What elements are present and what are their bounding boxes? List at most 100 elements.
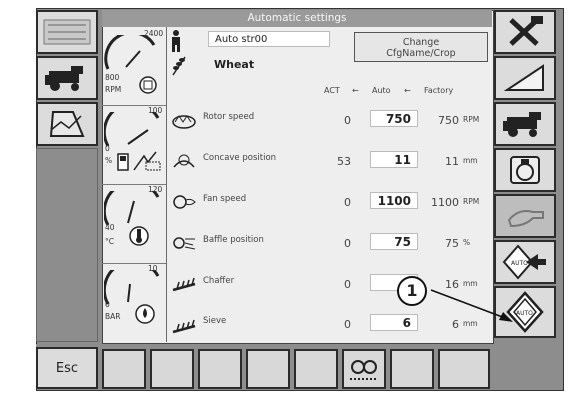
param-label: Fan speed <box>203 194 247 204</box>
header-auto: Auto <box>372 86 391 95</box>
change-cfgname-crop-button[interactable]: Change CfgName/Crop <box>354 32 488 62</box>
param-row-fan-speed: Fan speed 0 1100 1100 RPM <box>167 184 491 224</box>
esc-button[interactable]: Esc <box>36 347 98 389</box>
operator-icon <box>172 30 180 52</box>
header-factory: Factory <box>424 86 454 95</box>
left-empty-panel <box>36 148 98 342</box>
profile-name-field[interactable]: Auto str00 <box>208 31 330 47</box>
temperature-icon <box>129 226 149 246</box>
gauge-unit: % <box>105 156 113 165</box>
param-row-baffle-position: Baffle position 0 75 75 % <box>167 225 491 265</box>
bottom-button-5[interactable] <box>294 349 338 389</box>
tools-button[interactable] <box>494 10 556 54</box>
crop-icon <box>172 56 186 76</box>
field-map-icon <box>49 111 85 137</box>
param-row-concave-position: Concave position 53 11 11 mm <box>167 143 491 183</box>
gauge-unit: RPM <box>105 85 122 94</box>
param-label: Baffle position <box>203 235 264 245</box>
param-act-value: 0 <box>344 114 351 127</box>
param-factory-value: 75 <box>445 237 459 250</box>
gauge-arc <box>104 112 160 147</box>
param-act-value: 0 <box>344 278 351 291</box>
param-unit: RPM <box>463 115 480 124</box>
gauge-column: 2400 800 RPM 100 0 % 120 40 °C 10 0 BAR <box>102 27 167 342</box>
engine-button[interactable] <box>494 148 556 192</box>
header-act: ACT <box>324 86 340 95</box>
baffle-icon <box>173 237 196 250</box>
gauge-max: 100 <box>148 106 163 115</box>
gauge-unit: °C <box>105 237 114 246</box>
combine-view-button[interactable] <box>36 56 98 100</box>
engine-icon <box>139 76 157 94</box>
page-title: Automatic settings <box>102 10 492 27</box>
gauge-min: 40 <box>105 223 115 232</box>
fuel-icon <box>117 151 161 171</box>
param-unit: RPM <box>463 197 480 206</box>
param-auto-field[interactable]: 750 <box>370 110 418 127</box>
fan-icon <box>173 195 196 209</box>
gauge-min: 800 <box>105 73 120 82</box>
change-button-line1: Change <box>402 37 440 48</box>
param-unit: % <box>463 238 471 247</box>
param-auto-field[interactable]: 75 <box>370 233 418 250</box>
header-arrow-1: ← <box>352 86 359 95</box>
gauge-unit: BAR <box>105 312 121 321</box>
field-map-button[interactable] <box>36 102 98 146</box>
param-label: Rotor speed <box>203 112 255 122</box>
callout-marker: 1 <box>397 276 427 306</box>
disabled-hand-icon <box>507 210 544 228</box>
crop-name: Wheat <box>214 58 255 71</box>
param-label: Sieve <box>203 316 227 326</box>
rotor-icon <box>172 115 196 129</box>
fuel-level-gauge: 100 0 % <box>102 106 166 185</box>
combine-settings-button[interactable] <box>494 102 556 146</box>
param-act-value: 0 <box>344 318 351 331</box>
menu-grid-icon <box>43 19 91 45</box>
param-act-value: 0 <box>344 237 351 250</box>
gauge-max: 2400 <box>144 29 164 38</box>
param-act-value: 0 <box>344 196 351 209</box>
gauge-max: 10 <box>148 264 158 273</box>
param-unit: mm <box>463 156 478 165</box>
sieve-view-button[interactable] <box>342 349 386 389</box>
engine-icon <box>510 156 540 184</box>
gauge-arc <box>104 191 160 226</box>
bottom-button-8[interactable] <box>438 349 490 389</box>
chaffer-icon <box>172 277 196 292</box>
gauge-arc <box>104 35 156 70</box>
param-label: Chaffer <box>203 276 235 286</box>
gauge-arc <box>104 270 160 305</box>
ramp-button[interactable] <box>494 56 556 100</box>
engine-rpm-gauge: 2400 800 RPM <box>102 27 166 106</box>
header-arrow-2: ← <box>404 86 411 95</box>
bottom-button-4[interactable] <box>246 349 290 389</box>
ramp-icon <box>503 64 544 91</box>
gauge-min: 0 <box>105 300 110 309</box>
oil-pressure-gauge: 10 0 BAR <box>102 264 166 342</box>
bottom-button-1[interactable] <box>102 349 146 389</box>
param-act-value: 53 <box>337 155 351 168</box>
gauge-max: 120 <box>148 185 163 194</box>
param-auto-field[interactable]: 11 <box>370 151 418 168</box>
param-factory-value: 11 <box>445 155 459 168</box>
disabled-hand-button[interactable] <box>494 194 556 238</box>
param-row-rotor-speed: Rotor speed 0 750 750 RPM <box>167 102 491 142</box>
sieve-icon <box>172 319 196 334</box>
svg-text:AUTO: AUTO <box>511 260 528 267</box>
param-auto-field[interactable]: 1100 <box>370 192 418 209</box>
concave-icon <box>173 154 195 168</box>
param-factory-value: 1100 <box>431 196 459 209</box>
oil-pressure-icon <box>135 304 155 324</box>
bottom-button-7[interactable] <box>390 349 434 389</box>
change-button-line2: CfgName/Crop <box>386 48 456 59</box>
coolant-temp-gauge: 120 40 °C <box>102 185 166 264</box>
param-label: Concave position <box>203 153 277 163</box>
menu-grid-button[interactable] <box>36 10 98 54</box>
tools-icon <box>509 16 543 46</box>
sieve-view-icon <box>350 360 378 380</box>
param-factory-value: 750 <box>438 114 459 127</box>
gauge-min: 0 <box>105 144 110 153</box>
combine-icon <box>45 66 83 91</box>
bottom-button-3[interactable] <box>198 349 242 389</box>
bottom-button-2[interactable] <box>150 349 194 389</box>
